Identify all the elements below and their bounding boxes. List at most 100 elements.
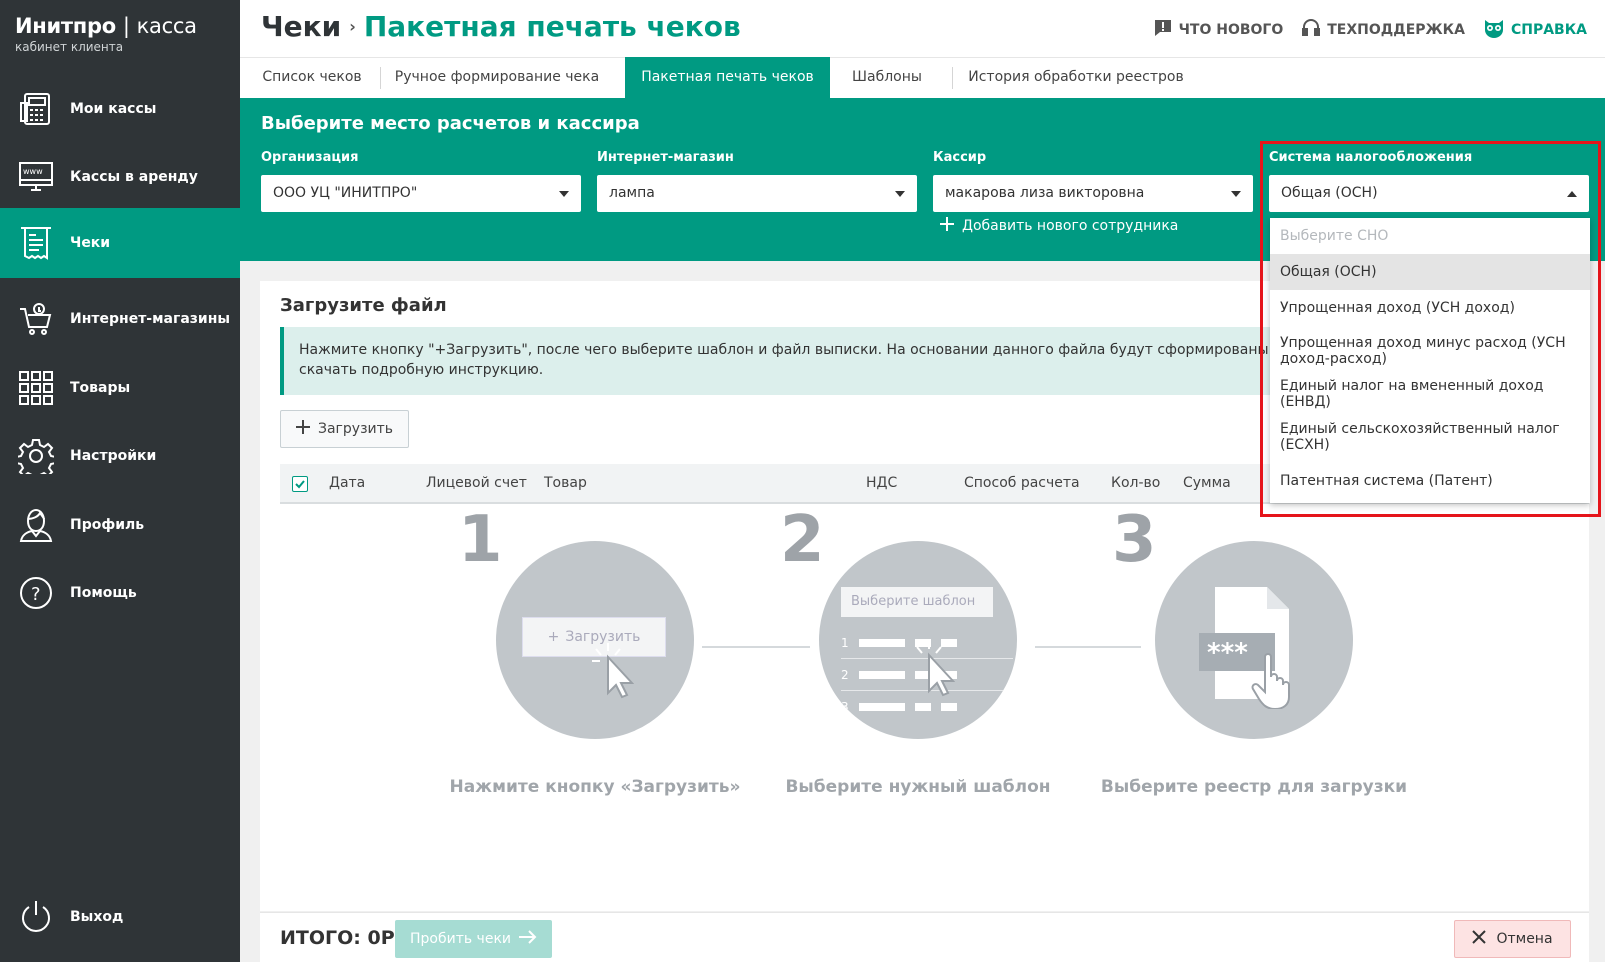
sidebar-item-logout[interactable]: Выход — [0, 882, 240, 952]
brand-logo[interactable]: Инитпро | касса кабинет клиента — [0, 0, 240, 80]
tab-divider — [380, 67, 381, 89]
upload-title: Загрузите файл — [280, 295, 447, 316]
step-illustration-upload: + Загрузить — [496, 541, 694, 739]
sidebar-item-receipts[interactable]: Чеки — [0, 208, 240, 278]
select-all-checkbox[interactable] — [292, 476, 308, 492]
headset-icon — [1301, 18, 1321, 42]
grid-icon — [16, 368, 56, 408]
cursor-icon — [916, 641, 955, 697]
sidebar-item-label: Мои кассы — [70, 101, 157, 117]
cancel-button[interactable]: Отмена — [1454, 920, 1571, 958]
chevron-down-icon — [559, 191, 569, 197]
help-link[interactable]: СПРАВКА — [1483, 18, 1587, 42]
column-sum[interactable]: Сумма — [1183, 475, 1231, 491]
step-number: 3 — [1112, 503, 1157, 577]
brand-name: Инитпро — [15, 14, 116, 38]
plus-icon: + — [547, 629, 560, 645]
tab-registry-history[interactable]: История обработки реестров — [967, 58, 1185, 99]
whats-new-link[interactable]: ЧТО НОВОГО — [1153, 18, 1284, 42]
chevron-down-icon — [895, 191, 905, 197]
column-account[interactable]: Лицевой счет — [426, 475, 527, 491]
breadcrumb-root[interactable]: Чеки — [261, 10, 341, 43]
column-quantity[interactable]: Кол-во — [1111, 475, 1160, 491]
help-icon: ? — [16, 573, 56, 613]
cashier-label: Кассир — [933, 150, 987, 165]
whats-new-label: ЧТО НОВОГО — [1178, 22, 1284, 38]
chevron-down-icon — [1231, 191, 1241, 197]
plus-icon — [295, 420, 310, 438]
sidebar-item-my-registers[interactable]: Мои кассы — [0, 74, 240, 144]
upload-button[interactable]: Загрузить — [280, 410, 409, 448]
organization-select[interactable]: ООО УЦ "ИНИТПРО" — [261, 175, 581, 212]
power-icon — [16, 897, 56, 937]
shop-select[interactable]: лампа — [597, 175, 917, 212]
column-date[interactable]: Дата — [329, 475, 365, 491]
row-number: 3 — [841, 700, 849, 714]
sidebar-item-profile[interactable]: Профиль — [0, 490, 240, 560]
cash-register-icon — [16, 89, 56, 129]
breadcrumb-separator: › — [349, 17, 356, 36]
page-header: Чеки › Пакетная печать чеков ЧТО НОВОГО ТЕ… — [240, 0, 1605, 57]
step-illustration-template: Выберите шаблон 1 2 3 — [819, 541, 1017, 739]
row-number: 2 — [841, 667, 849, 682]
sidebar-item-help[interactable]: ? Помощь — [0, 558, 240, 628]
shop-label: Интернет-магазин — [597, 150, 734, 165]
column-vat[interactable]: НДС — [866, 475, 897, 491]
organization-label: Организация — [261, 150, 359, 165]
column-product[interactable]: Товар — [544, 475, 587, 491]
cursor-icon — [592, 643, 634, 699]
organization-value: ООО УЦ "ИНИТПРО" — [273, 185, 418, 201]
sidebar-item-label: Профиль — [70, 517, 145, 533]
shopping-cart-icon — [16, 299, 56, 339]
add-employee-label: Добавить нового сотрудника — [962, 218, 1179, 234]
breadcrumb: Чеки › Пакетная печать чеков — [261, 10, 741, 43]
cashier-select[interactable]: макарова лиза викторовна — [933, 175, 1253, 212]
tab-manual-receipt[interactable]: Ручное формирование чека — [388, 58, 606, 99]
selection-title: Выберите место расчетов и кассира — [261, 113, 640, 134]
cashier-value: макарова лиза викторовна — [945, 185, 1145, 201]
shop-value: лампа — [609, 185, 655, 201]
support-link[interactable]: ТЕХПОДДЕРЖКА — [1301, 18, 1465, 42]
tab-bar: Список чеков Ручное формирование чека Па… — [240, 57, 1605, 99]
svg-text:?: ? — [31, 584, 41, 605]
plus-icon — [940, 217, 954, 235]
step-caption: Выберите реестр для загрузки — [1100, 777, 1408, 797]
column-payment-method[interactable]: Способ расчета — [964, 475, 1080, 491]
submit-receipts-button[interactable]: Пробить чеки — [395, 920, 552, 958]
brand-product: касса — [136, 14, 197, 38]
tab-templates[interactable]: Шаблоны — [845, 58, 929, 99]
cancel-label: Отмена — [1496, 931, 1553, 947]
hand-pointer-icon — [1251, 653, 1290, 709]
tab-batch-print[interactable]: Пакетная печать чеков — [625, 57, 830, 99]
sidebar-item-settings[interactable]: Настройки — [0, 421, 240, 491]
tab-receipt-list[interactable]: Список чеков — [248, 58, 376, 99]
close-icon — [1472, 930, 1487, 948]
support-label: ТЕХПОДДЕРЖКА — [1327, 22, 1465, 38]
row-number: 1 — [841, 635, 849, 650]
step-connector — [1035, 646, 1141, 648]
submit-label: Пробить чеки — [409, 931, 511, 947]
add-employee-link[interactable]: Добавить нового сотрудника — [940, 217, 1178, 235]
sidebar-item-rent-registers[interactable]: www Кассы в аренду — [0, 142, 240, 212]
total-amount: ИТОГО: 0Р — [280, 927, 395, 949]
receipt-icon — [16, 223, 56, 263]
announcement-icon — [1153, 18, 1173, 42]
sidebar-item-products[interactable]: Товары — [0, 353, 240, 423]
arrow-right-icon — [519, 930, 537, 948]
help-label: СПРАВКА — [1510, 22, 1587, 38]
upload-button-label: Загрузить — [317, 421, 394, 437]
password-mask: *** — [1207, 638, 1248, 668]
sidebar-item-online-shops[interactable]: Интернет-магазины — [0, 284, 240, 354]
page-title: Пакетная печать чеков — [363, 10, 741, 43]
step-caption: Нажмите кнопку «Загрузить» — [449, 777, 741, 797]
step-caption: Выберите нужный шаблон — [785, 777, 1051, 797]
step-illustration-registry: *** — [1155, 541, 1353, 739]
sidebar: Инитпро | касса кабинет клиента Мои касс… — [0, 0, 240, 962]
svg-text:www: www — [23, 167, 43, 176]
annotation-highlight — [1260, 141, 1601, 517]
brand-subtitle: кабинет клиента — [15, 40, 124, 54]
www-monitor-icon: www — [16, 157, 56, 197]
sidebar-item-label: Кассы в аренду — [70, 169, 198, 185]
step-number: 2 — [780, 503, 825, 577]
footer-bar: ИТОГО: 0Р Пробить чеки Отмена — [260, 912, 1589, 962]
